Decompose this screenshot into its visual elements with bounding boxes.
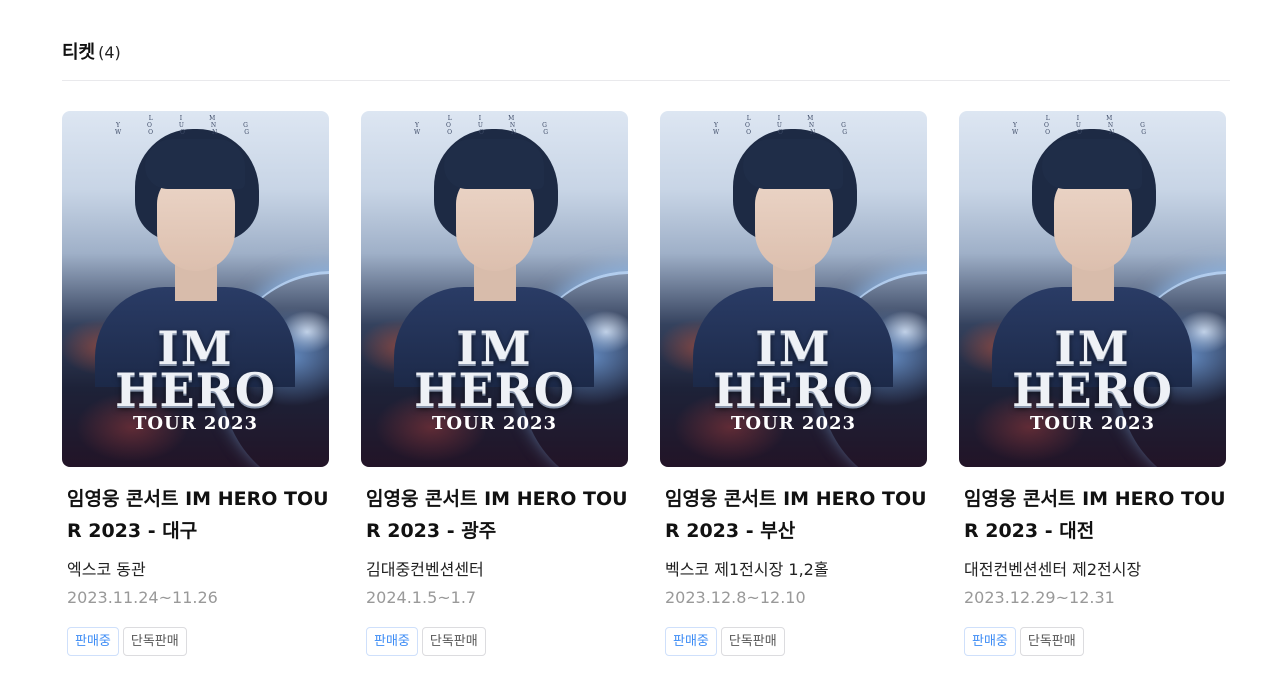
ticket-dates: 2024.1.5~1.7 (366, 588, 477, 607)
ticket-badges: 판매중 단독판매 (366, 627, 628, 656)
exclusive-badge: 단독판매 (1019, 627, 1084, 656)
section-header: 티켓 (4) (62, 38, 121, 64)
poster-artist-text: LIM YOUNG WOONG (413, 115, 576, 136)
divider (62, 80, 1230, 81)
poster-logo-hero: HERO (713, 363, 874, 417)
poster-image[interactable]: LIM YOUNG WOONG IM HERO TOUR 2023 (62, 111, 329, 467)
poster-image[interactable]: LIM YOUNG WOONG IM HERO TOUR 2023 (959, 111, 1226, 467)
ticket-count: (4) (98, 43, 121, 62)
ticket-venue: 벡스코 제1전시장 1,2홀 (665, 560, 829, 579)
poster-logo-tour: TOUR 2023 (132, 413, 259, 434)
ticket-card[interactable]: LIM YOUNG WOONG IM HERO TOUR 2023 임영웅 콘서… (660, 111, 927, 656)
ticket-venue: 대전컨벤션센터 제2전시장 (964, 560, 1142, 579)
poster-logo-tour: TOUR 2023 (431, 413, 558, 434)
ticket-dates: 2023.12.29~12.31 (964, 588, 1115, 607)
on-sale-badge: 판매중 (964, 627, 1016, 656)
poster-person (992, 125, 1192, 387)
ticket-dates: 2023.11.24~11.26 (67, 588, 218, 607)
poster-person (95, 125, 295, 387)
ticket-title[interactable]: 임영웅 콘서트 IM HERO TOUR 2023 - 부산 (665, 483, 927, 547)
poster-image[interactable]: LIM YOUNG WOONG IM HERO TOUR 2023 (660, 111, 927, 467)
ticket-badges: 판매중 단독판매 (964, 627, 1226, 656)
ticket-title[interactable]: 임영웅 콘서트 IM HERO TOUR 2023 - 광주 (366, 483, 628, 547)
on-sale-badge: 판매중 (665, 627, 717, 656)
ticket-list: LIM YOUNG WOONG IM HERO TOUR 2023 임영웅 콘서… (53, 111, 1226, 656)
ticket-card[interactable]: LIM YOUNG WOONG IM HERO TOUR 2023 임영웅 콘서… (361, 111, 628, 656)
poster-logo-tour: TOUR 2023 (1029, 413, 1156, 434)
section-title: 티켓 (62, 42, 96, 63)
ticket-card[interactable]: LIM YOUNG WOONG IM HERO TOUR 2023 임영웅 콘서… (959, 111, 1226, 656)
ticket-badges: 판매중 단독판매 (665, 627, 927, 656)
poster-logo-hero: HERO (1012, 363, 1173, 417)
on-sale-badge: 판매중 (67, 627, 119, 656)
poster-logo-hero: HERO (414, 363, 575, 417)
exclusive-badge: 단독판매 (122, 627, 187, 656)
poster-person (394, 125, 594, 387)
ticket-venue: 김대중컨벤션센터 (366, 560, 484, 579)
ticket-title[interactable]: 임영웅 콘서트 IM HERO TOUR 2023 - 대구 (67, 483, 329, 547)
ticket-badges: 판매중 단독판매 (67, 627, 329, 656)
poster-artist-text: LIM YOUNG WOONG (712, 115, 875, 136)
on-sale-badge: 판매중 (366, 627, 418, 656)
ticket-dates: 2023.12.8~12.10 (665, 588, 806, 607)
ticket-venue: 엑스코 동관 (67, 560, 146, 579)
poster-logo-tour: TOUR 2023 (730, 413, 857, 434)
poster-artist-text: LIM YOUNG WOONG (114, 115, 277, 136)
poster-person (693, 125, 893, 387)
exclusive-badge: 단독판매 (421, 627, 486, 656)
exclusive-badge: 단독판매 (720, 627, 785, 656)
poster-image[interactable]: LIM YOUNG WOONG IM HERO TOUR 2023 (361, 111, 628, 467)
poster-artist-text: LIM YOUNG WOONG (1011, 115, 1174, 136)
poster-logo-hero: HERO (115, 363, 276, 417)
ticket-card[interactable]: LIM YOUNG WOONG IM HERO TOUR 2023 임영웅 콘서… (53, 111, 329, 656)
ticket-title[interactable]: 임영웅 콘서트 IM HERO TOUR 2023 - 대전 (964, 483, 1226, 547)
